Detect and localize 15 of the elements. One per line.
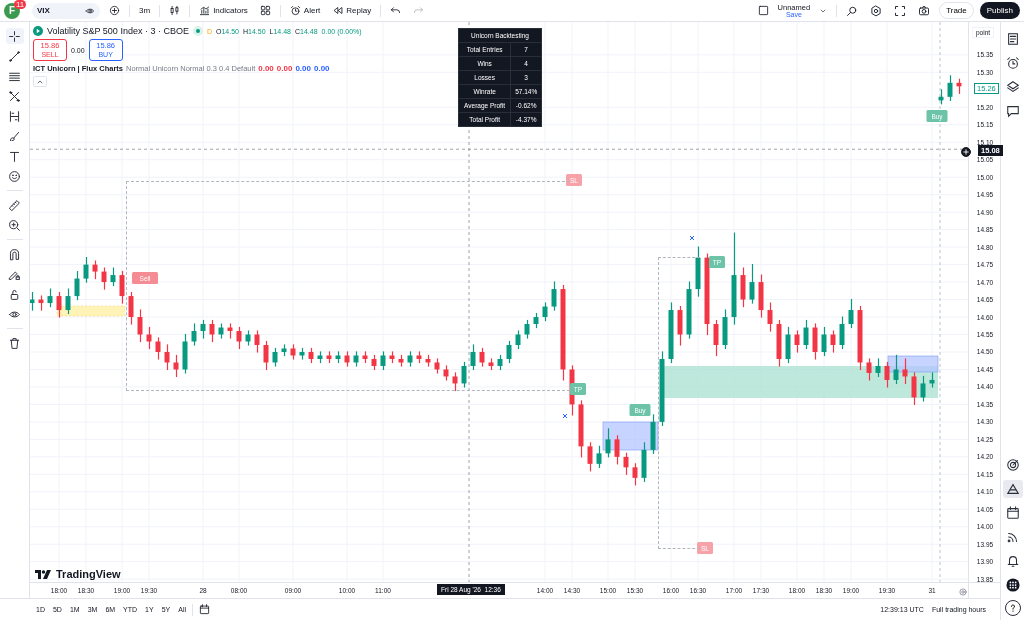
symbol-title: Volatility S&P 500 Index · 3 · CBOE (47, 26, 189, 36)
brand-name: TradingView (56, 568, 121, 580)
indicator-value: 0.00 (258, 64, 274, 73)
symbol-text: VIX (37, 6, 50, 15)
interval-button[interactable]: 3m (136, 4, 154, 17)
indicator-value: 0.00 (295, 64, 311, 73)
publish-button[interactable]: Publish (979, 2, 1020, 19)
notification-badge: 11 (14, 0, 27, 9)
indicator-value: 0.00 (276, 64, 293, 73)
replay-button[interactable]: Replay (329, 3, 375, 18)
symbol-search-field[interactable]: VIX (32, 2, 100, 19)
alert-button[interactable]: Alert (286, 3, 324, 18)
trade-button[interactable]: Trade (939, 2, 974, 19)
indicators-button[interactable]: Indicators (196, 3, 251, 18)
indicator-value: 0.00 (314, 64, 330, 73)
